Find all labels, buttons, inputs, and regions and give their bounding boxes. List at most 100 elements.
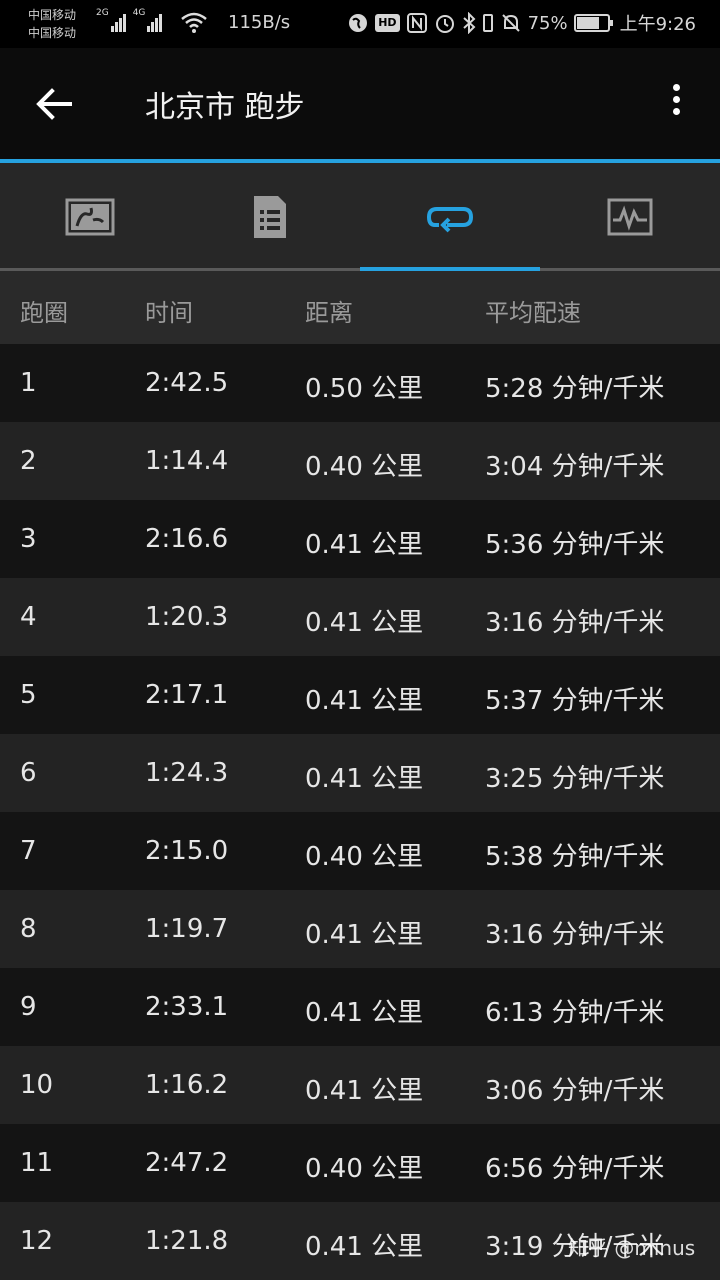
lap-number: 12 bbox=[20, 1226, 54, 1256]
header-time: 时间 bbox=[145, 299, 193, 327]
status-icons-right: HD 75% 上午9:26 bbox=[347, 10, 696, 36]
lap-number: 7 bbox=[20, 836, 37, 866]
back-button[interactable] bbox=[28, 78, 80, 130]
table-row[interactable]: 1 2:42.5 0.50 公里 5:28 分钟/千米 bbox=[0, 344, 720, 422]
map-icon bbox=[65, 198, 115, 236]
header-distance: 距离 bbox=[305, 299, 353, 327]
status-time: 上午9:26 bbox=[619, 14, 696, 35]
lap-number: 5 bbox=[20, 680, 37, 710]
lap-pace: 5:28 分钟/千米 bbox=[485, 374, 665, 404]
lap-pace: 5:36 分钟/千米 bbox=[485, 530, 665, 560]
lap-number: 2 bbox=[20, 446, 37, 476]
table-row[interactable]: 9 2:33.1 0.41 公里 6:13 分钟/千米 bbox=[0, 968, 720, 1046]
table-row[interactable]: 11 2:47.2 0.40 公里 6:56 分钟/千米 bbox=[0, 1124, 720, 1202]
lap-distance: 0.41 公里 bbox=[305, 1076, 424, 1106]
lap-pace: 6:56 分钟/千米 bbox=[485, 1154, 665, 1184]
header-lap: 跑圈 bbox=[20, 299, 68, 327]
lap-time: 2:16.6 bbox=[145, 524, 229, 554]
globe-icon bbox=[349, 14, 368, 32]
table-row[interactable]: 5 2:17.1 0.41 公里 5:37 分钟/千米 bbox=[0, 656, 720, 734]
carrier-labels: 中国移动 中国移动 bbox=[28, 6, 76, 42]
wifi-icon bbox=[181, 12, 207, 33]
lap-time: 2:15.0 bbox=[145, 836, 229, 866]
lap-time: 2:33.1 bbox=[145, 992, 229, 1022]
tab-map[interactable] bbox=[0, 163, 180, 271]
lap-time: 1:21.8 bbox=[145, 1226, 229, 1256]
lap-time: 2:42.5 bbox=[145, 368, 229, 398]
lap-time: 2:17.1 bbox=[145, 680, 229, 710]
laps-table-header: 跑圈 时间 距离 平均配速 bbox=[0, 271, 720, 344]
lap-distance: 0.50 公里 bbox=[305, 374, 424, 404]
signal-icon bbox=[110, 10, 127, 32]
tab-laps[interactable] bbox=[360, 163, 540, 271]
lap-number: 6 bbox=[20, 758, 37, 788]
more-vertical-icon bbox=[672, 84, 680, 91]
activity-graph-icon bbox=[607, 198, 653, 236]
hd-icon: HD bbox=[375, 14, 400, 32]
table-row[interactable]: 6 1:24.3 0.41 公里 3:25 分钟/千米 bbox=[0, 734, 720, 812]
battery-percent: 75% bbox=[527, 12, 568, 34]
network-type-1: 2G bbox=[96, 8, 109, 18]
signal-icon bbox=[147, 10, 163, 32]
details-list-icon bbox=[254, 196, 286, 238]
tab-bar bbox=[0, 163, 720, 271]
lap-number: 11 bbox=[20, 1148, 54, 1178]
table-row[interactable]: 10 1:16.2 0.41 公里 3:06 分钟/千米 bbox=[0, 1046, 720, 1124]
lap-pace: 3:06 分钟/千米 bbox=[485, 1076, 665, 1106]
lap-number: 3 bbox=[20, 524, 37, 554]
app-toolbar: 北京市 跑步 bbox=[0, 48, 720, 160]
lap-pace: 5:38 分钟/千米 bbox=[485, 842, 665, 872]
lap-distance: 0.40 公里 bbox=[305, 1154, 424, 1184]
table-row[interactable]: 8 1:19.7 0.41 公里 3:16 分钟/千米 bbox=[0, 890, 720, 968]
lap-distance: 0.41 公里 bbox=[305, 686, 424, 716]
table-row[interactable]: 2 1:14.4 0.40 公里 3:04 分钟/千米 bbox=[0, 422, 720, 500]
laps-loop-icon bbox=[426, 207, 474, 233]
mute-icon bbox=[501, 14, 520, 32]
carrier-2: 中国移动 bbox=[28, 26, 77, 40]
lap-distance: 0.41 公里 bbox=[305, 1232, 424, 1262]
lap-distance: 0.41 公里 bbox=[305, 764, 424, 794]
vibrate-icon bbox=[482, 14, 493, 32]
lap-pace: 3:16 分钟/千米 bbox=[485, 608, 665, 638]
table-row[interactable]: 3 2:16.6 0.41 公里 5:36 分钟/千米 bbox=[0, 500, 720, 578]
arrow-left-icon bbox=[36, 88, 72, 120]
lap-time: 1:16.2 bbox=[145, 1070, 229, 1100]
bluetooth-icon bbox=[462, 12, 476, 34]
lap-distance: 0.41 公里 bbox=[305, 920, 424, 950]
table-row[interactable]: 4 1:20.3 0.41 公里 3:16 分钟/千米 bbox=[0, 578, 720, 656]
lap-number: 10 bbox=[20, 1070, 54, 1100]
lap-time: 2:47.2 bbox=[145, 1148, 229, 1178]
lap-pace: 6:13 分钟/千米 bbox=[485, 998, 665, 1028]
network-speed: 115B/s bbox=[228, 12, 291, 33]
lap-number: 4 bbox=[20, 602, 37, 632]
lap-distance: 0.40 公里 bbox=[305, 452, 424, 482]
lap-pace: 3:25 分钟/千米 bbox=[485, 764, 665, 794]
lap-number: 9 bbox=[20, 992, 37, 1022]
tab-activity-graph[interactable] bbox=[540, 163, 720, 271]
battery-fill bbox=[576, 17, 599, 29]
carrier-1: 中国移动 bbox=[28, 8, 77, 22]
lap-pace: 5:37 分钟/千米 bbox=[485, 686, 665, 716]
signal-icons: 2G 4G bbox=[96, 8, 169, 32]
lap-distance: 0.41 公里 bbox=[305, 998, 424, 1028]
lap-number: 1 bbox=[20, 368, 37, 398]
lap-time: 1:24.3 bbox=[145, 758, 229, 788]
tab-details[interactable] bbox=[180, 163, 360, 271]
lap-time: 1:20.3 bbox=[145, 602, 229, 632]
table-row[interactable]: 7 2:15.0 0.40 公里 5:38 分钟/千米 bbox=[0, 812, 720, 890]
alarm-icon bbox=[435, 15, 454, 33]
lap-number: 8 bbox=[20, 914, 37, 944]
network-type-2: 4G bbox=[132, 8, 146, 18]
more-options-button[interactable] bbox=[660, 84, 692, 124]
page-title: 北京市 跑步 bbox=[145, 90, 305, 125]
lap-distance: 0.41 公里 bbox=[305, 608, 424, 638]
lap-time: 1:14.4 bbox=[145, 446, 229, 476]
header-avg-pace: 平均配速 bbox=[485, 299, 581, 327]
status-bar: 中国移动 中国移动 2G 4G 115B/s HD 75% 上午9:26 bbox=[0, 0, 720, 48]
lap-pace: 3:04 分钟/千米 bbox=[485, 452, 665, 482]
watermark: 知乎 @minus bbox=[568, 1236, 696, 1260]
battery-icon bbox=[573, 14, 613, 32]
lap-pace: 3:16 分钟/千米 bbox=[485, 920, 665, 950]
lap-distance: 0.40 公里 bbox=[305, 842, 424, 872]
lap-time: 1:19.7 bbox=[145, 914, 229, 944]
